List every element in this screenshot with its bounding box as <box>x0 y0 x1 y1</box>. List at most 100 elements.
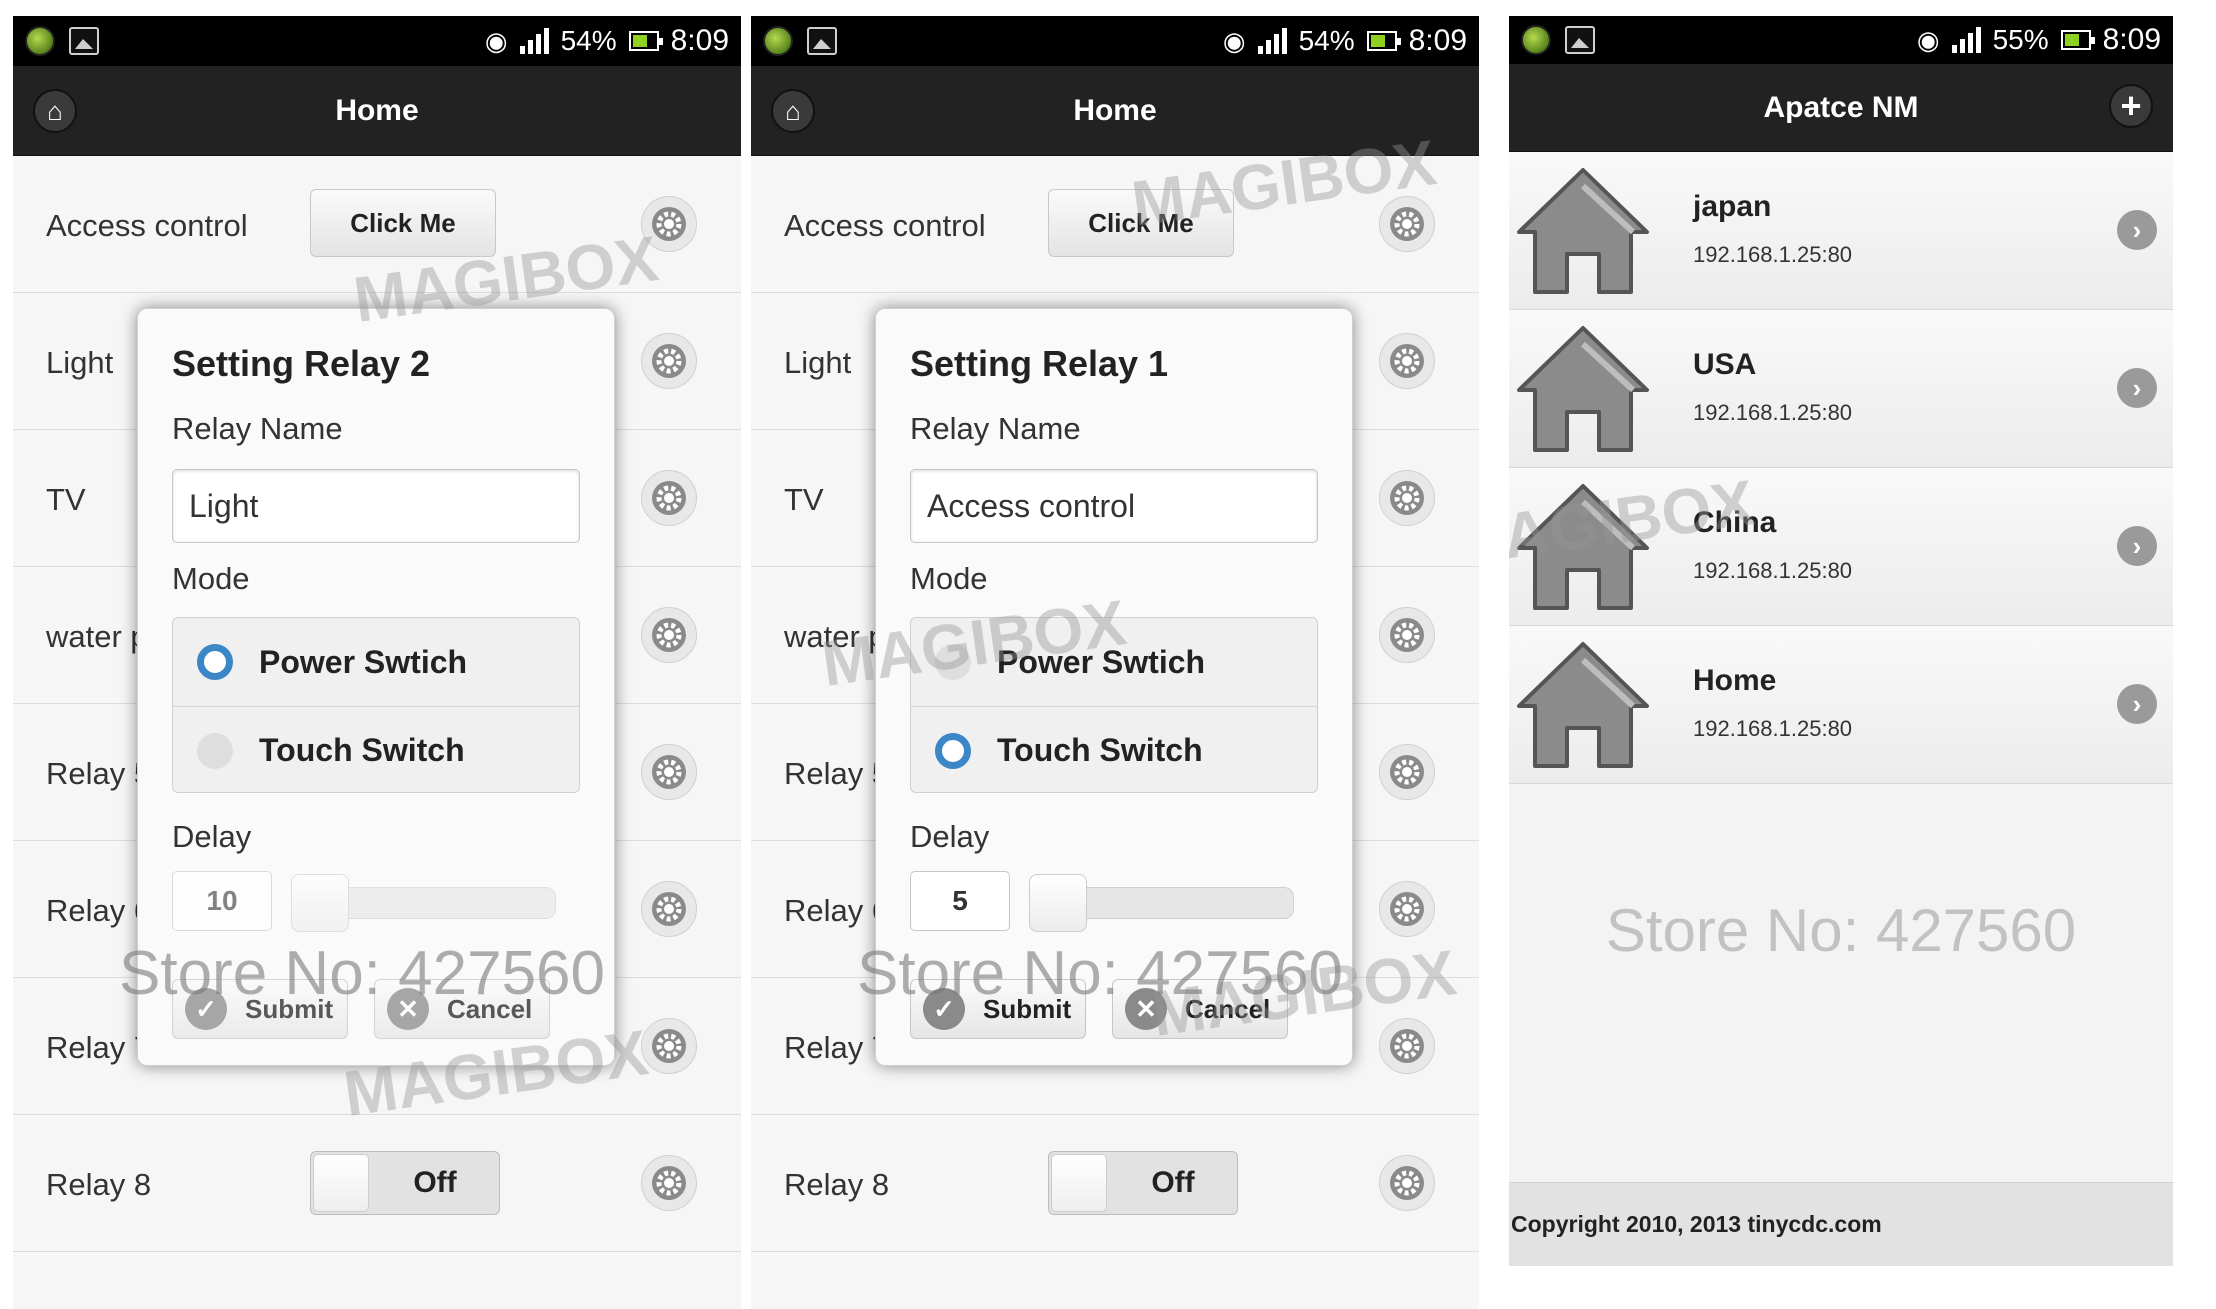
delay-label: Delay <box>172 819 252 854</box>
home-button[interactable]: ⌂ <box>33 89 77 133</box>
delay-slider[interactable] <box>291 874 556 932</box>
submit-label: Submit <box>245 993 334 1024</box>
settings-button[interactable] <box>641 196 697 252</box>
gear-icon <box>1390 344 1424 378</box>
device-name: japan <box>1693 190 1772 223</box>
mode-option-touch[interactable]: Touch Switch <box>911 706 1317 794</box>
relay-toggle[interactable]: Off <box>310 1151 500 1215</box>
gear-icon <box>1390 207 1424 241</box>
status-bar: ◉ 54% 8:09 <box>751 16 1479 66</box>
settings-button[interactable] <box>641 1018 697 1074</box>
mode-radio-group: Power Swtich Touch Switch <box>910 617 1318 793</box>
battery-icon <box>2060 30 2095 50</box>
cancel-label: Cancel <box>1185 993 1271 1024</box>
radio-selected-icon <box>197 644 233 680</box>
dialog-title: Setting Relay 1 <box>910 343 1169 384</box>
device-list-item[interactable]: japan 192.168.1.25:80 › <box>1509 152 2173 310</box>
relay-name-input[interactable]: Light <box>172 469 580 543</box>
image-notification-icon <box>1565 26 1595 54</box>
house-icon <box>1517 642 1649 768</box>
settings-button[interactable] <box>641 470 697 526</box>
radio-label: Touch Switch <box>997 732 1203 768</box>
relay-label: TV <box>46 482 86 517</box>
submit-button[interactable]: ✓ Submit <box>172 979 348 1039</box>
click-me-button[interactable]: Click Me <box>1048 189 1234 257</box>
relay-name-input[interactable]: Access control <box>910 469 1318 543</box>
house-icon <box>1517 326 1649 452</box>
relay-settings-dialog: Setting Relay 1 Relay Name Access contro… <box>875 308 1353 1066</box>
settings-button[interactable] <box>1379 881 1435 937</box>
relay-toggle[interactable]: Off <box>1048 1151 1238 1215</box>
settings-button[interactable] <box>641 1155 697 1211</box>
toggle-label: Off <box>413 1166 457 1199</box>
gear-icon <box>1390 618 1424 652</box>
signal-icon <box>1257 28 1287 54</box>
submit-button[interactable]: ✓ Submit <box>910 979 1086 1039</box>
gear-icon <box>1390 1166 1424 1200</box>
plus-icon: + <box>2120 85 2142 126</box>
image-notification-icon <box>69 27 99 55</box>
settings-button[interactable] <box>641 744 697 800</box>
gear-icon <box>652 1029 686 1063</box>
chevron-right-icon: › <box>2117 210 2157 250</box>
app-notification-icon <box>1521 25 1551 55</box>
slider-handle[interactable] <box>291 874 349 932</box>
add-device-button[interactable]: + <box>2109 84 2153 128</box>
screen-device-list: ◉ 55% 8:09 Apatce NM + japan 192.168.1.2… <box>1509 16 2173 1266</box>
status-bar: ◉ 54% 8:09 <box>13 16 741 66</box>
relay-label: Relay 5 <box>46 756 152 791</box>
settings-button[interactable] <box>1379 470 1435 526</box>
house-icon <box>1517 484 1649 610</box>
app-notification-icon <box>25 26 55 56</box>
app-notification-icon <box>763 26 793 56</box>
settings-button[interactable] <box>1379 196 1435 252</box>
chevron-right-icon: › <box>2117 368 2157 408</box>
delay-input[interactable]: 10 <box>172 871 272 931</box>
relay-label: Relay 6 <box>784 893 890 928</box>
settings-button[interactable] <box>1379 744 1435 800</box>
settings-button[interactable] <box>641 881 697 937</box>
clock: 8:09 <box>670 24 729 57</box>
settings-button[interactable] <box>641 333 697 389</box>
cancel-button[interactable]: ✕ Cancel <box>1112 979 1288 1039</box>
delay-slider[interactable] <box>1029 874 1294 932</box>
relay-row: Relay 8 Off <box>751 1115 1479 1252</box>
toggle-knob[interactable] <box>1051 1154 1107 1212</box>
settings-button[interactable] <box>1379 1018 1435 1074</box>
cancel-button[interactable]: ✕ Cancel <box>374 979 550 1039</box>
settings-button[interactable] <box>641 607 697 663</box>
relay-label: TV <box>784 482 824 517</box>
battery-percent: 54% <box>560 25 617 56</box>
gear-icon <box>652 755 686 789</box>
mode-option-power[interactable]: Power Swtich <box>173 618 579 706</box>
relay-row: Access control Click Me <box>13 156 741 293</box>
device-list-item[interactable]: Home 192.168.1.25:80 › <box>1509 626 2173 784</box>
relay-row: Access control Click Me <box>751 156 1479 293</box>
gear-icon <box>1390 1029 1424 1063</box>
house-icon <box>1517 168 1649 294</box>
home-button[interactable]: ⌂ <box>771 89 815 133</box>
signal-icon <box>1951 27 1981 53</box>
settings-button[interactable] <box>1379 1155 1435 1211</box>
mode-option-touch[interactable]: Touch Switch <box>173 706 579 794</box>
delay-input[interactable]: 5 <box>910 871 1010 931</box>
mode-option-power[interactable]: Power Swtich <box>911 618 1317 706</box>
chevron-right-icon: › <box>2117 526 2157 566</box>
device-address: 192.168.1.25:80 <box>1693 558 1853 583</box>
header: Apatce NM + <box>1509 64 2173 152</box>
settings-button[interactable] <box>1379 607 1435 663</box>
device-list-item[interactable]: China 192.168.1.25:80 › <box>1509 468 2173 626</box>
battery-icon <box>628 31 663 51</box>
screen-relay-1-settings: ◉ 54% 8:09 ⌂ Home Access control Click Me… <box>751 16 1479 1309</box>
slider-handle[interactable] <box>1029 874 1087 932</box>
relay-label: Light <box>46 345 114 380</box>
settings-button[interactable] <box>1379 333 1435 389</box>
radio-label: Power Swtich <box>997 643 1206 680</box>
mode-label: Mode <box>172 561 250 596</box>
relay-label: Access control <box>46 208 248 243</box>
toggle-knob[interactable] <box>313 1154 369 1212</box>
click-me-button[interactable]: Click Me <box>310 189 496 257</box>
device-address: 192.168.1.25:80 <box>1693 716 1853 741</box>
mode-label: Mode <box>910 561 988 596</box>
device-list-item[interactable]: USA 192.168.1.25:80 › <box>1509 310 2173 468</box>
